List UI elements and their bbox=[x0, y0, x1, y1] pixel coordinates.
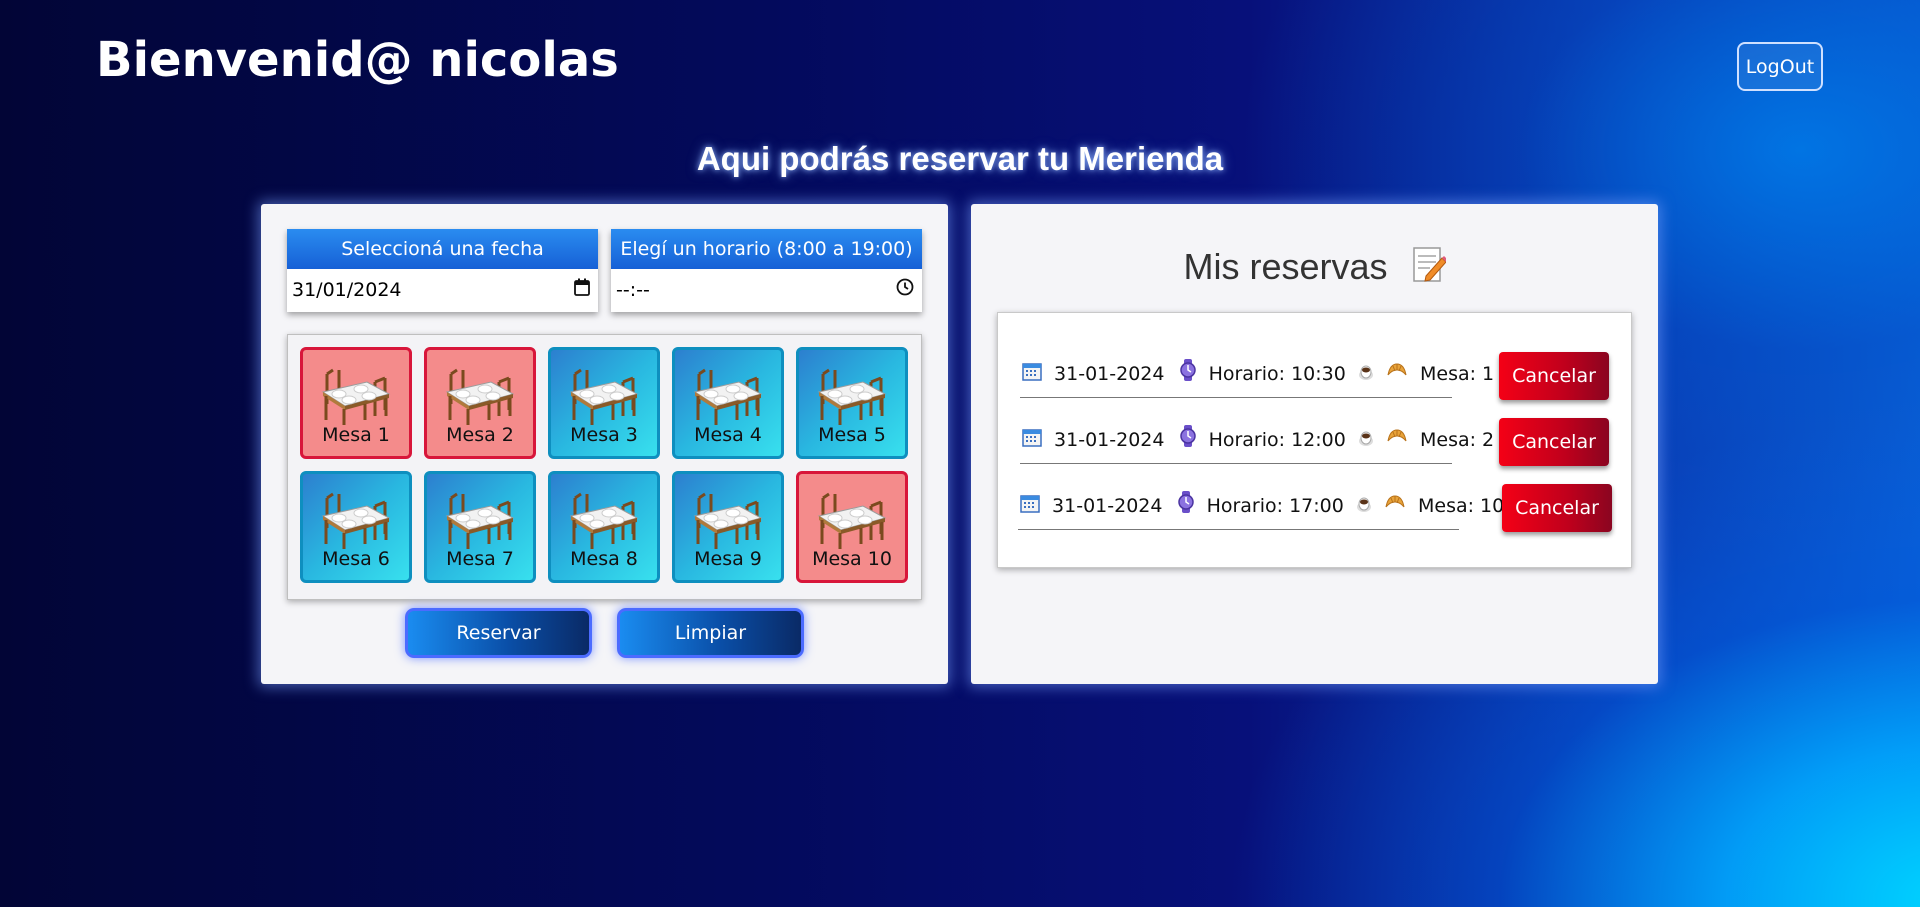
time-value: --:-- bbox=[616, 279, 650, 301]
clear-button[interactable]: Limpiar bbox=[617, 608, 804, 658]
reservations-title: Mis reservas bbox=[1183, 246, 1388, 288]
reservations-panel: Mis reservas 31-01-2024 Horario: 10:30 M… bbox=[971, 204, 1658, 684]
reservation-time: Horario: 10:30 bbox=[1208, 363, 1346, 385]
cancel-button[interactable]: Cancelar bbox=[1499, 418, 1609, 466]
memo-icon bbox=[1412, 246, 1448, 293]
reservation-info: 31-01-2024 Horario: 17:00 Mesa: 10 bbox=[1018, 483, 1504, 530]
table-5-button[interactable]: Mesa 5 bbox=[796, 347, 908, 459]
cancel-button[interactable]: Cancelar bbox=[1502, 484, 1612, 532]
tables-grid: Mesa 1 Mesa 2 Mesa 3 Mesa 4 Mesa 5 Mesa 6 Mesa… bbox=[287, 334, 922, 600]
time-label: Elegí un horario (8:00 a 19:00) bbox=[611, 229, 922, 269]
reservations-heading: Mis reservas bbox=[971, 246, 1658, 293]
table-1-button[interactable]: Mesa 1 bbox=[300, 347, 412, 459]
logout-button[interactable]: LogOut bbox=[1737, 42, 1823, 91]
reservation-table: Mesa: 2 bbox=[1419, 429, 1495, 451]
table-label: Mesa 10 bbox=[812, 548, 892, 570]
date-label: Seleccioná una fecha bbox=[287, 229, 598, 269]
table-2-button[interactable]: Mesa 2 bbox=[424, 347, 536, 459]
date-input[interactable]: 31/01/2024 bbox=[287, 269, 598, 312]
watch-icon bbox=[1177, 484, 1195, 530]
table-8-button[interactable]: Mesa 8 bbox=[548, 471, 660, 583]
croissant-icon bbox=[1384, 484, 1406, 530]
time-field: Elegí un horario (8:00 a 19:00) --:-- bbox=[611, 229, 922, 312]
reservation-date: 31-01-2024 bbox=[1054, 429, 1165, 451]
calendar-icon bbox=[1020, 484, 1040, 530]
coffee-icon bbox=[1356, 484, 1372, 530]
coffee-icon bbox=[1358, 352, 1374, 398]
page-subtitle: Aqui podrás reservar tu Merienda bbox=[696, 140, 1224, 177]
table-label: Mesa 2 bbox=[446, 424, 514, 446]
reservation-info: 31-01-2024 Horario: 12:00 Mesa: 2 bbox=[1020, 417, 1494, 464]
table-9-button[interactable]: Mesa 9 bbox=[672, 471, 784, 583]
watch-icon bbox=[1179, 418, 1197, 464]
reservation-date: 31-01-2024 bbox=[1052, 495, 1163, 517]
table-label: Mesa 3 bbox=[570, 424, 638, 446]
table-label: Mesa 7 bbox=[446, 548, 514, 570]
reservation-info: 31-01-2024 Horario: 10:30 Mesa: 1 bbox=[1020, 351, 1494, 398]
croissant-icon bbox=[1386, 418, 1408, 464]
table-label: Mesa 8 bbox=[570, 548, 638, 570]
table-label: Mesa 9 bbox=[694, 548, 762, 570]
table-label: Mesa 5 bbox=[818, 424, 886, 446]
reservation-time: Horario: 17:00 bbox=[1206, 495, 1344, 517]
croissant-icon bbox=[1386, 352, 1408, 398]
table-7-button[interactable]: Mesa 7 bbox=[424, 471, 536, 583]
time-input[interactable]: --:-- bbox=[611, 269, 922, 312]
booking-panel: Seleccioná una fecha 31/01/2024 Elegí un… bbox=[261, 204, 948, 684]
date-field: Seleccioná una fecha 31/01/2024 bbox=[287, 229, 598, 312]
table-3-button[interactable]: Mesa 3 bbox=[548, 347, 660, 459]
reservation-table: Mesa: 10 bbox=[1417, 495, 1505, 517]
calendar-icon[interactable] bbox=[574, 269, 590, 312]
table-label: Mesa 6 bbox=[322, 548, 390, 570]
clock-icon[interactable] bbox=[896, 269, 914, 312]
reservation-date: 31-01-2024 bbox=[1054, 363, 1165, 385]
calendar-icon bbox=[1022, 352, 1042, 398]
table-10-button[interactable]: Mesa 10 bbox=[796, 471, 908, 583]
watch-icon bbox=[1179, 352, 1197, 398]
calendar-icon bbox=[1022, 418, 1042, 464]
reserve-button[interactable]: Reservar bbox=[405, 608, 592, 658]
table-label: Mesa 1 bbox=[322, 424, 390, 446]
coffee-icon bbox=[1358, 418, 1374, 464]
reservations-list: 31-01-2024 Horario: 10:30 Mesa: 1 Cancel… bbox=[997, 312, 1632, 568]
date-value: 31/01/2024 bbox=[292, 279, 402, 301]
reservation-time: Horario: 12:00 bbox=[1208, 429, 1346, 451]
table-4-button[interactable]: Mesa 4 bbox=[672, 347, 784, 459]
reservation-table: Mesa: 1 bbox=[1419, 363, 1495, 385]
table-label: Mesa 4 bbox=[694, 424, 762, 446]
table-6-button[interactable]: Mesa 6 bbox=[300, 471, 412, 583]
welcome-title: Bienvenid@ nicolas bbox=[96, 32, 619, 88]
cancel-button[interactable]: Cancelar bbox=[1499, 352, 1609, 400]
